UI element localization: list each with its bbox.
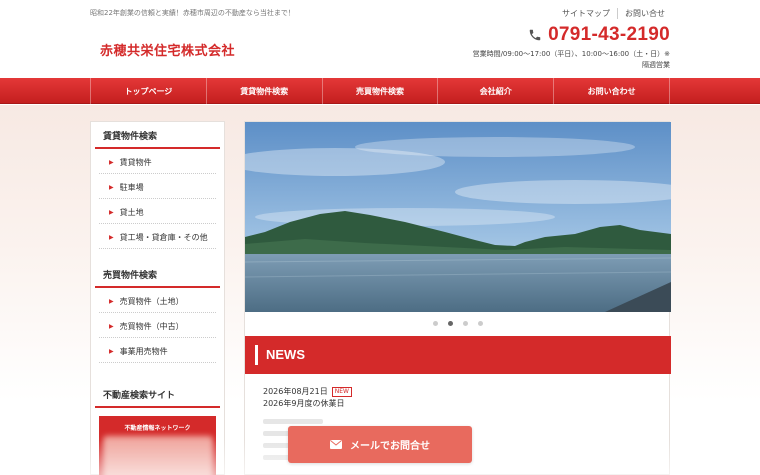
slider-dot-active[interactable]: [448, 321, 453, 326]
company-logo[interactable]: 赤穂共栄住宅株式会社: [100, 40, 235, 59]
sidebar-item-sale-used[interactable]: ▶ 売買物件（中古）: [99, 313, 216, 338]
sidebar: 賃貸物件検索 ▶ 賃貸物件 ▶ 駐車場 ▶ 貸土地 ▶ 貸工場・貸倉庫・その他 売買物件…: [90, 121, 225, 475]
sidebar-item-label: 売買物件（土地）: [119, 297, 184, 306]
sidebar-item-sale-business[interactable]: ▶ 事業用売物件: [99, 338, 216, 363]
arrow-right-icon: ▶: [109, 298, 114, 305]
nav-rental-search[interactable]: 賃貸物件検索: [205, 78, 322, 104]
sidebar-item-label: 売買物件（中古）: [119, 322, 184, 331]
phone-number[interactable]: 0791-43-2190: [548, 24, 670, 46]
faded-line: [263, 419, 323, 424]
athome-banner[interactable]: 不動産情報ネットワーク: [99, 416, 216, 475]
arrow-right-icon: ▶: [109, 209, 114, 216]
news-item[interactable]: 2026年08月21日 NEW: [263, 386, 352, 398]
header-tagline: 昭和22年創業の信頼と実績！赤穂市周辺の不動産なら当社まで！: [90, 9, 295, 17]
nav-sale-search[interactable]: 売買物件検索: [321, 78, 438, 104]
contact-link[interactable]: お問い合せ: [617, 8, 672, 19]
lake-mountain-photo: [245, 122, 671, 312]
banner-caption: 不動産情報ネットワーク: [124, 425, 191, 432]
nav-company[interactable]: 会社紹介: [437, 78, 553, 104]
sidebar-rental-heading: 賃貸物件検索: [95, 122, 220, 149]
arrow-right-icon: ▶: [109, 159, 114, 166]
slider-dot[interactable]: [433, 321, 438, 326]
utility-links: サイトマップ お問い合せ: [555, 8, 672, 19]
sidebar-item-label: 貸工場・貸倉庫・その他: [119, 233, 208, 242]
banner-logo-blurred: [103, 436, 213, 475]
new-badge: NEW: [331, 387, 352, 397]
business-hours: 営業時間/09:00～17:00（平日）、10:00～16:00（土・日）※ 隔…: [440, 49, 670, 71]
nav-top[interactable]: トップページ: [90, 78, 206, 104]
news-header: NEWS: [245, 336, 671, 374]
arrow-right-icon: ▶: [109, 184, 114, 191]
sidebar-item-label: 駐車場: [119, 183, 144, 192]
sidebar-portal-heading: 不動産検索サイト: [95, 381, 220, 408]
slider-dot[interactable]: [478, 321, 483, 326]
sidebar-item-label: 事業用売物件: [119, 347, 168, 356]
sidebar-item-sale-land[interactable]: ▶ 売買物件（土地）: [99, 288, 216, 313]
arrow-right-icon: ▶: [109, 234, 114, 241]
news-list: 2026年08月21日 NEW 2026年9月度の休業日: [263, 386, 352, 410]
news-title: NEWS: [266, 347, 305, 362]
hero-slider[interactable]: [245, 122, 671, 312]
sidebar-item-label: 賃貸物件: [119, 158, 152, 167]
sitemap-link[interactable]: サイトマップ: [555, 8, 617, 19]
nav-contact[interactable]: お問い合わせ: [553, 78, 670, 104]
mail-contact-button[interactable]: メールでお問合せ: [288, 426, 472, 463]
main-content: NEWS 2026年08月21日 NEW 2026年9月度の休業日: [244, 121, 671, 475]
hours-line: 営業時間/09:00～17:00（平日）、10:00～16:00（土・日）※: [472, 50, 670, 58]
mail-button-label: メールでお問合せ: [350, 441, 430, 452]
mail-icon: [330, 440, 342, 449]
global-nav: トップページ 賃貸物件検索 売買物件検索 会社紹介 お問い合わせ: [0, 78, 760, 104]
slider-dot[interactable]: [463, 321, 468, 326]
news-item-title[interactable]: 2026年9月度の休業日: [263, 398, 352, 410]
sidebar-item-label: 貸土地: [119, 208, 144, 217]
site-header: 昭和22年創業の信頼と実績！赤穂市周辺の不動産なら当社まで！ 赤穂共栄住宅株式会…: [0, 0, 760, 78]
sidebar-item-parking[interactable]: ▶ 駐車場: [99, 174, 216, 199]
phone-icon: [529, 29, 541, 41]
arrow-right-icon: ▶: [109, 323, 114, 330]
sidebar-item-factory-warehouse[interactable]: ▶ 貸工場・貸倉庫・その他: [99, 224, 216, 249]
slider-dots: [245, 321, 671, 326]
phone-block: 0791-43-2190: [528, 24, 670, 46]
hours-note: 隔週営業: [642, 61, 670, 69]
sidebar-item-rental[interactable]: ▶ 賃貸物件: [99, 149, 216, 174]
arrow-right-icon: ▶: [109, 348, 114, 355]
news-date: 2026年08月21日: [263, 387, 328, 396]
sidebar-item-land-lease[interactable]: ▶ 貸土地: [99, 199, 216, 224]
sidebar-sale-heading: 売買物件検索: [95, 261, 220, 288]
